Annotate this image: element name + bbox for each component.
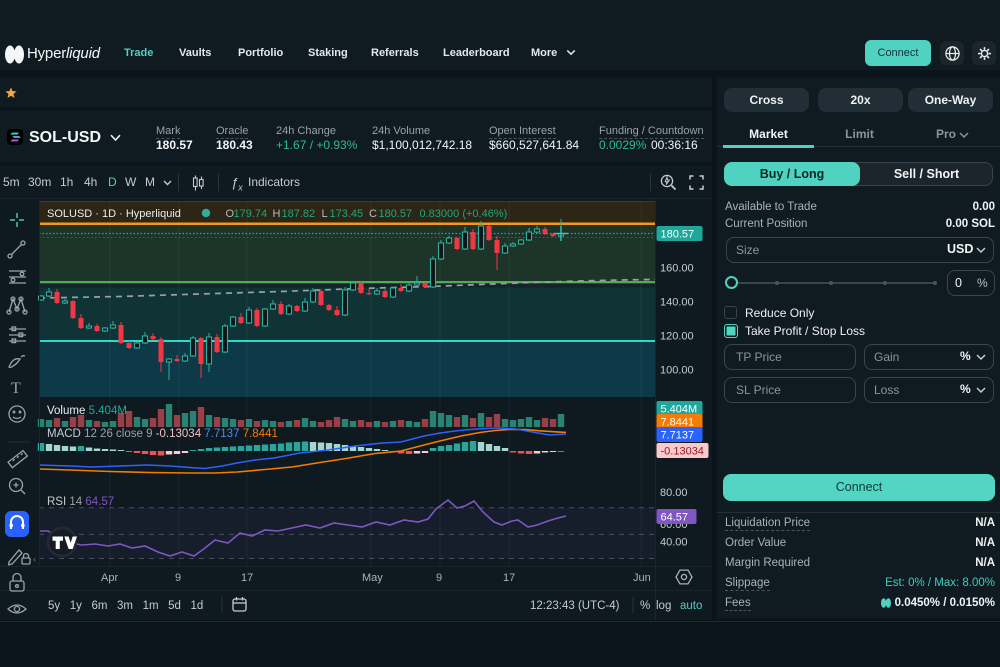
svg-text:log: log [656,600,671,612]
svg-text:173.45: 173.45 [330,208,364,220]
svg-text:%: % [640,600,650,612]
svg-text:64.57: 64.57 [661,512,689,524]
svg-text:9: 9 [175,572,181,584]
svg-text:12:23:43 (UTC-4): 12:23:43 (UTC-4) [530,600,620,612]
svg-text:May: May [362,572,383,584]
svg-text:7.8441: 7.8441 [661,417,695,429]
svg-text:L: L [322,208,328,220]
svg-text:T: T [11,380,21,397]
svg-text:‹: ‹ [33,554,36,564]
svg-text:5y 1y 6m 3m 1m 5d: 5y 1y 6m 3m 1m 5d 1d [48,600,203,612]
svg-text:140.00: 140.00 [660,297,694,309]
svg-text:9: 9 [436,572,442,584]
svg-text:Jun: Jun [633,572,651,584]
svg-text:Volume 5.404M: Volume 5.404M [47,405,127,417]
svg-text:-0.13034: -0.13034 [661,446,704,458]
svg-text:5.404M: 5.404M [661,404,698,416]
svg-text:H: H [273,208,281,220]
svg-text:80.00: 80.00 [660,487,688,499]
svg-text:MACD 12 26 close 9 -0.13034: MACD 12 26 close 9 -0.13034 7.7137 7.844… [47,428,278,440]
svg-text:SOLUSD · 1D · Hyperliquid: SOLUSD · 1D · Hyperliquid [47,208,181,220]
svg-text:180.57: 180.57 [379,208,413,220]
svg-text:17: 17 [241,572,253,584]
svg-text:auto: auto [680,600,702,612]
svg-text:C: C [369,208,377,220]
svg-text:100.00: 100.00 [660,365,694,377]
svg-text:180.57: 180.57 [661,229,695,241]
svg-text:120.00: 120.00 [660,331,694,343]
svg-text:179.74: 179.74 [234,208,268,220]
svg-text:40.00: 40.00 [660,537,688,549]
svg-text:0.83000 (+0.46%): 0.83000 (+0.46%) [420,208,508,220]
svg-text:160.00: 160.00 [660,263,694,275]
svg-text:7.7137: 7.7137 [661,430,695,442]
svg-text:Apr: Apr [101,572,118,584]
svg-text:17: 17 [503,572,515,584]
svg-text:187.82: 187.82 [282,208,316,220]
svg-text:RSI 14 64.57: RSI 14 64.57 [47,496,114,508]
